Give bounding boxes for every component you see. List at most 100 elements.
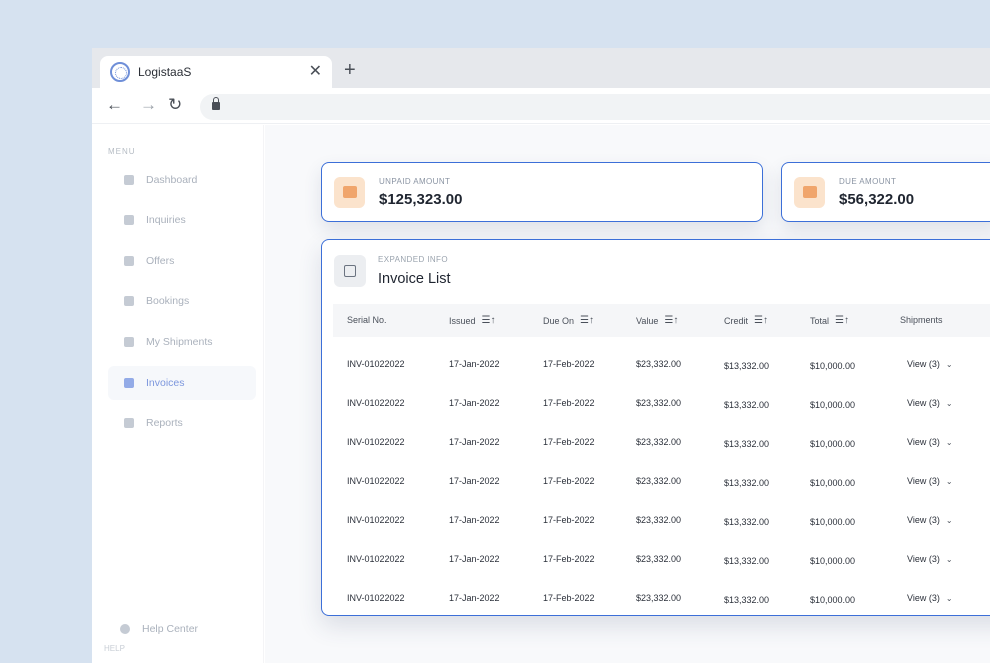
close-tab-icon[interactable]: ✕ bbox=[309, 64, 322, 80]
cell-due: 17-Feb-2022 bbox=[543, 398, 595, 408]
view-shipments-button[interactable]: View (3) ⌄ bbox=[907, 515, 953, 525]
cell-serial: INV-01022022 bbox=[347, 398, 405, 408]
sidebar-item-offers[interactable]: Offers bbox=[108, 244, 256, 278]
chevron-down-icon: ⌄ bbox=[945, 594, 953, 603]
sidebar-item-help-center[interactable]: Help Center bbox=[104, 612, 252, 646]
stat-value: $56,322.00 bbox=[839, 190, 915, 208]
view-shipments-button[interactable]: View (3) ⌄ bbox=[907, 398, 953, 408]
cell-issued: 17-Jan-2022 bbox=[449, 398, 500, 408]
cell-due: 17-Feb-2022 bbox=[543, 359, 595, 369]
cell-issued: 17-Jan-2022 bbox=[449, 593, 500, 603]
sidebar-item-label: Reports bbox=[146, 417, 183, 429]
dashboard-icon bbox=[124, 175, 134, 185]
cell-value: $23,332.00 bbox=[636, 476, 682, 486]
unpaid-amount-card[interactable]: UNPAID AMOUNT $125,323.00 bbox=[321, 162, 763, 222]
cell-total: $10,000.00 bbox=[810, 478, 856, 488]
inquiries-icon bbox=[124, 215, 134, 225]
help-icon bbox=[120, 624, 130, 634]
forward-arrow-icon[interactable]: → bbox=[140, 96, 157, 113]
cell-issued: 17-Jan-2022 bbox=[449, 359, 500, 369]
cell-total: $10,000.00 bbox=[810, 556, 856, 566]
sidebar-item-reports[interactable]: Reports bbox=[108, 406, 256, 440]
view-shipments-label: View (3) bbox=[907, 398, 940, 408]
chevron-down-icon: ⌄ bbox=[945, 360, 953, 369]
cell-serial: INV-01022022 bbox=[347, 437, 405, 447]
cell-credit: $13,332.00 bbox=[724, 439, 770, 449]
chevron-down-icon: ⌄ bbox=[945, 516, 953, 525]
sort-icon[interactable]: ☰↑ bbox=[835, 315, 849, 326]
column-header-serial: Serial No. bbox=[347, 315, 387, 325]
sort-icon[interactable]: ☰↑ bbox=[754, 315, 768, 326]
reload-icon[interactable]: ↻ bbox=[168, 96, 182, 113]
cell-serial: INV-01022022 bbox=[347, 554, 405, 564]
back-arrow-icon[interactable]: ← bbox=[106, 96, 123, 113]
view-shipments-button[interactable]: View (3) ⌄ bbox=[907, 437, 953, 447]
column-header-total[interactable]: Total ☰↑ bbox=[810, 315, 849, 326]
invoices-icon bbox=[124, 378, 134, 388]
list-caption: EXPANDED INFO bbox=[378, 255, 448, 264]
view-shipments-label: View (3) bbox=[907, 359, 940, 369]
chevron-down-icon: ⌄ bbox=[945, 399, 953, 408]
cell-issued: 17-Jan-2022 bbox=[449, 515, 500, 525]
url-input[interactable] bbox=[200, 94, 990, 120]
sidebar-item-label: My Shipments bbox=[146, 336, 213, 348]
browser-tab[interactable]: LogistaaS ✕ bbox=[100, 56, 332, 88]
cell-value: $23,332.00 bbox=[636, 515, 682, 525]
sort-icon[interactable]: ☰↑ bbox=[482, 315, 496, 326]
view-shipments-button[interactable]: View (3) ⌄ bbox=[907, 476, 953, 486]
sort-icon[interactable]: ☰↑ bbox=[580, 315, 594, 326]
sidebar-item-invoices[interactable]: Invoices bbox=[108, 366, 256, 400]
table-row: INV-01022022 17-Jan-2022 17-Feb-2022 $23,33… bbox=[333, 462, 990, 501]
cell-value: $23,332.00 bbox=[636, 398, 682, 408]
cell-due: 17-Feb-2022 bbox=[543, 515, 595, 525]
view-shipments-button[interactable]: View (3) ⌄ bbox=[907, 554, 953, 564]
view-shipments-button[interactable]: View (3) ⌄ bbox=[907, 593, 953, 603]
shipments-icon bbox=[124, 337, 134, 347]
sidebar-item-label: Help Center bbox=[142, 623, 199, 635]
sidebar-item-label: Inquiries bbox=[146, 214, 186, 226]
menu-section-label: MENU bbox=[108, 147, 136, 156]
view-shipments-label: View (3) bbox=[907, 476, 940, 486]
view-shipments-label: View (3) bbox=[907, 515, 940, 525]
invoice-list-icon bbox=[334, 255, 366, 287]
sidebar-item-my-shipments[interactable]: My Shipments bbox=[108, 325, 256, 359]
dollar-icon bbox=[794, 176, 825, 208]
tab-strip: LogistaaS ✕ + bbox=[92, 48, 990, 88]
table-row: INV-01022022 17-Jan-2022 17-Feb-2022 $23,33… bbox=[333, 384, 990, 423]
cell-issued: 17-Jan-2022 bbox=[449, 554, 500, 564]
column-header-due-on[interactable]: Due On ☰↑ bbox=[543, 315, 594, 326]
column-header-shipments: Shipments bbox=[900, 315, 943, 325]
cell-serial: INV-01022022 bbox=[347, 515, 405, 525]
sidebar-item-inquiries[interactable]: Inquiries bbox=[108, 203, 256, 237]
sidebar-item-dashboard[interactable]: Dashboard bbox=[108, 163, 256, 197]
receipt-icon bbox=[334, 176, 365, 208]
cell-total: $10,000.00 bbox=[810, 595, 856, 605]
column-header-value[interactable]: Value ☰↑ bbox=[636, 315, 678, 326]
address-bar: ← → ↻ bbox=[92, 88, 990, 124]
column-header-issued[interactable]: Issued ☰↑ bbox=[449, 315, 496, 326]
cell-total: $10,000.00 bbox=[810, 439, 856, 449]
stat-label: DUE AMOUNT bbox=[839, 176, 897, 186]
due-amount-card[interactable]: DUE AMOUNT $56,322.00 bbox=[781, 162, 990, 222]
cell-due: 17-Feb-2022 bbox=[543, 437, 595, 447]
sidebar-item-bookings[interactable]: Bookings bbox=[108, 284, 256, 318]
sort-icon[interactable]: ☰↑ bbox=[664, 315, 678, 326]
column-header-credit[interactable]: Credit ☰↑ bbox=[724, 315, 768, 326]
new-tab-icon[interactable]: + bbox=[344, 60, 356, 80]
sidebar: MENU Dashboard Inquiries Offers Bookings… bbox=[92, 125, 264, 663]
cell-total: $10,000.00 bbox=[810, 400, 856, 410]
tab-title: LogistaaS bbox=[138, 65, 192, 79]
cell-total: $10,000.00 bbox=[810, 517, 856, 527]
list-title: Invoice List bbox=[378, 271, 451, 287]
stat-label: UNPAID AMOUNT bbox=[379, 176, 451, 186]
cell-value: $23,332.00 bbox=[636, 554, 682, 564]
view-shipments-button[interactable]: View (3) ⌄ bbox=[907, 359, 953, 369]
cell-credit: $13,332.00 bbox=[724, 361, 770, 371]
logistaas-logo-icon bbox=[110, 62, 130, 82]
sidebar-item-label: Invoices bbox=[146, 377, 185, 389]
offers-icon bbox=[124, 256, 134, 266]
cell-value: $23,332.00 bbox=[636, 437, 682, 447]
sidebar-item-label: Offers bbox=[146, 255, 175, 267]
cell-total: $10,000.00 bbox=[810, 361, 856, 371]
cell-issued: 17-Jan-2022 bbox=[449, 476, 500, 486]
